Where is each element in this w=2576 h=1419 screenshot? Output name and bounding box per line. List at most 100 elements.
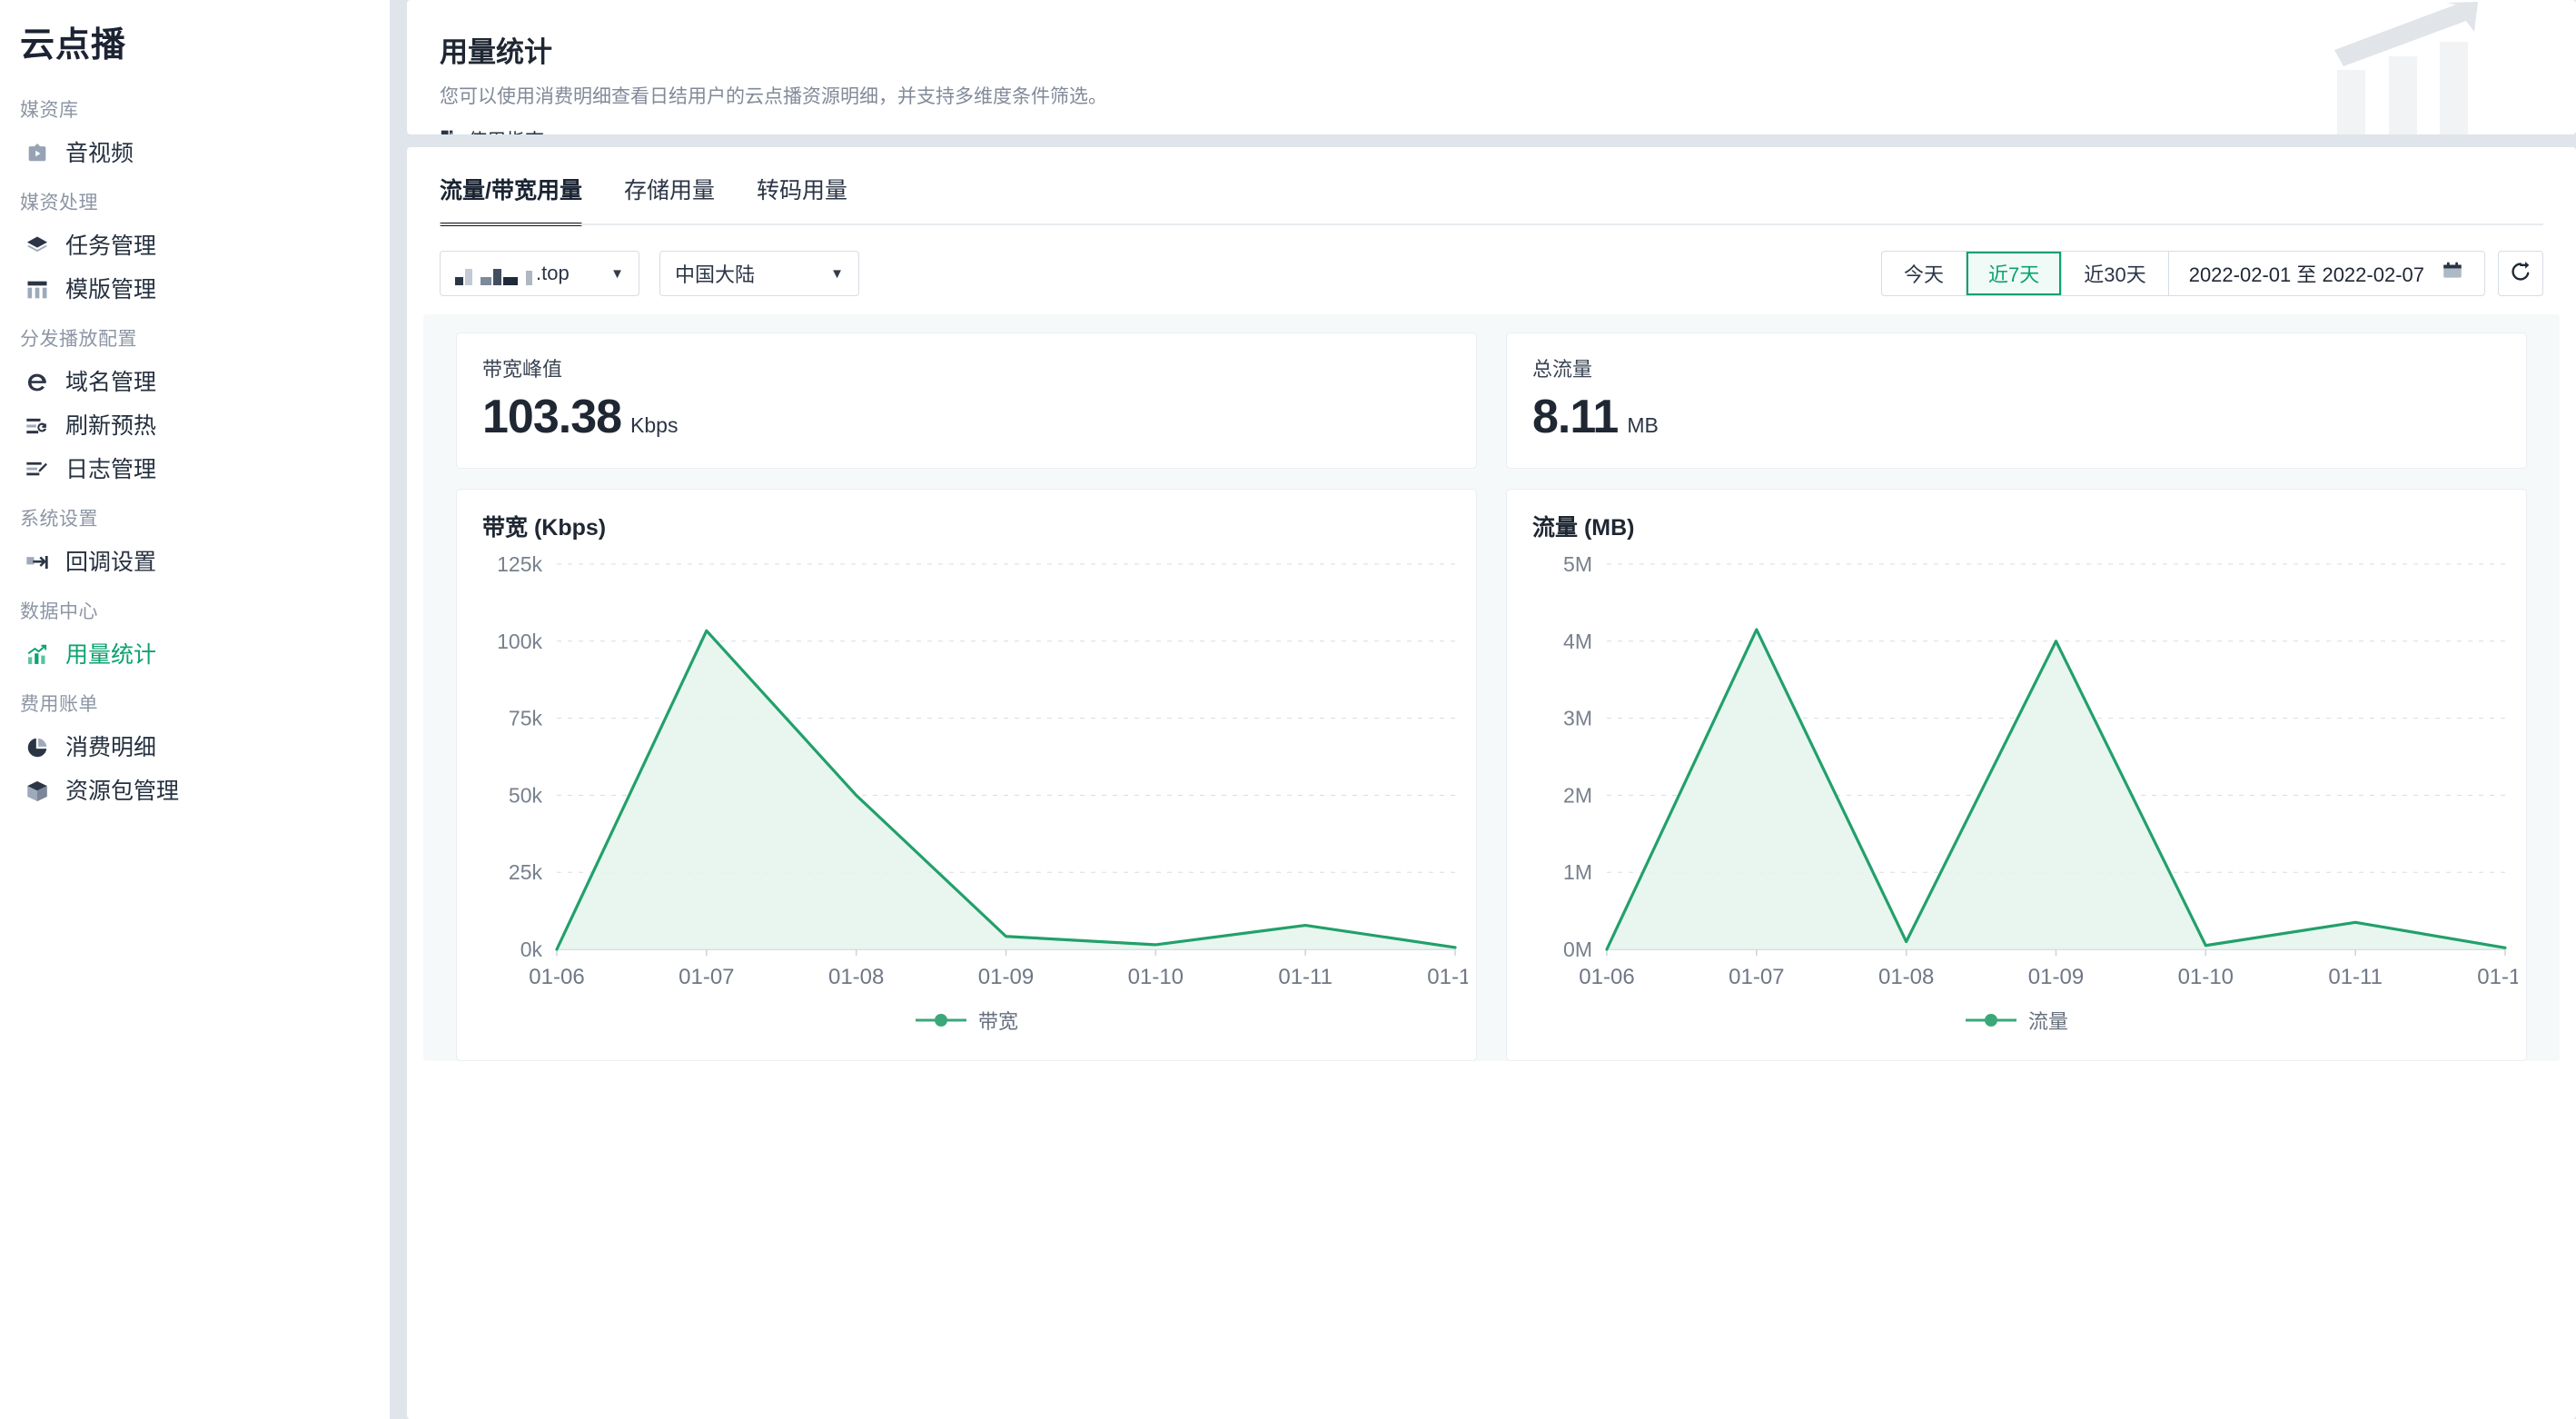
- table-icon: [24, 276, 51, 303]
- stat-card-bandwidth-peak: 带宽峰值 103.38 Kbps: [456, 332, 1477, 469]
- sidebar-item-label: 模版管理: [65, 276, 157, 303]
- book-icon: [440, 127, 460, 134]
- legend-label: 带宽: [977, 1010, 1018, 1033]
- legend-line-marker-icon: [915, 1012, 967, 1028]
- usage-content-panel: 流量/带宽用量 存储用量 转码用量 .top ▼ 中国大陆 ▼ 今天 近7天 近…: [407, 147, 2576, 1419]
- globe-e-icon: [24, 369, 51, 396]
- pie-chart-icon: [24, 734, 51, 761]
- tab-bar-divider: [440, 223, 2543, 225]
- sidebar-item-label: 音视频: [65, 140, 134, 166]
- sidebar-item-refresh-preheat[interactable]: 刷新预热: [0, 404, 390, 448]
- app-brand-title: 云点播: [20, 26, 127, 64]
- date-controls: 今天 近7天 近30天 2022-02-01 至 2022-02-07: [1880, 251, 2543, 296]
- traffic-area-chart: 0M 1M 2M 3M 4M 5M 01-06 01-07 01-08 01-09 01-10 01-…: [1563, 552, 2518, 989]
- svg-text:01-09: 01-09: [2028, 965, 2084, 989]
- sidebar-item-label: 资源包管理: [65, 778, 180, 804]
- usage-guide-label: 使用指南: [468, 126, 544, 134]
- log-edit-icon: [24, 456, 51, 483]
- hero-decorative-chart: [2334, 2, 2478, 134]
- sidebar-item-template-management[interactable]: 模版管理: [0, 268, 390, 312]
- bandwidth-column: 带宽峰值 103.38 Kbps 带宽 (Kbps) 0k 25k 50k 75k 10…: [456, 332, 1477, 1061]
- svg-text:01-08: 01-08: [828, 965, 884, 989]
- chart-card-bandwidth: 带宽 (Kbps) 0k 25k 50k 75k 100k 125k 01-06 01-07 0…: [456, 489, 1477, 1061]
- stat-value: 103.38: [482, 391, 622, 443]
- svg-text:01-10: 01-10: [2178, 965, 2234, 989]
- callback-icon: [24, 549, 51, 576]
- sidebar: 云点播 媒资库 音视频 媒资处理 任务管理 模版管理 分发播放配置 域名管理 刷…: [0, 0, 391, 1419]
- sidebar-group-title-delivery-config: 分发播放配置: [20, 329, 137, 350]
- sidebar-nav: 媒资库 音视频 媒资处理 任务管理 模版管理 分发播放配置 域名管理 刷新预热 …: [0, 83, 390, 813]
- svg-text:125k: 125k: [497, 552, 542, 576]
- svg-text:5M: 5M: [1563, 552, 1592, 576]
- svg-text:01-11: 01-11: [1278, 965, 1333, 989]
- stat-unit: MB: [1627, 413, 1659, 437]
- tab-bar: 流量/带宽用量 存储用量 转码用量: [407, 147, 2576, 226]
- range-today-button[interactable]: 今天: [1882, 252, 1967, 295]
- sidebar-item-usage-statistics[interactable]: 用量统计: [0, 633, 390, 677]
- page-description: 您可以使用消费明细查看日结用户的云点播资源明细，并支持多维度条件筛选。: [440, 86, 1107, 107]
- stat-unit: Kbps: [630, 413, 679, 437]
- chart-card-traffic: 流量 (MB) 0M 1M 2M 3M 4M 5M 01-06 01-07 01-08 01-09…: [1506, 489, 2527, 1061]
- filter-bar: .top ▼ 中国大陆 ▼ 今天 近7天 近30天 2022-02-01 至 2…: [407, 225, 2576, 296]
- svg-text:01-09: 01-09: [978, 965, 1034, 989]
- sidebar-item-label: 日志管理: [65, 456, 157, 482]
- svg-text:75k: 75k: [509, 707, 543, 730]
- svg-text:01-07: 01-07: [1729, 965, 1784, 989]
- sidebar-item-resource-package-management[interactable]: 资源包管理: [0, 769, 390, 813]
- chart-title: 流量 (MB): [1532, 515, 1635, 541]
- legend-label: 流量: [2027, 1010, 2068, 1033]
- chart-legend: 流量: [1532, 1006, 2501, 1035]
- stat-label: 带宽峰值: [482, 358, 563, 381]
- range-last-30-days-button[interactable]: 近30天: [2062, 252, 2169, 295]
- sidebar-group-title-media-library: 媒资库: [20, 100, 79, 121]
- sidebar-item-label: 域名管理: [65, 369, 157, 395]
- page-title: 用量统计: [440, 36, 552, 68]
- cube-icon: [24, 778, 51, 805]
- sidebar-group-title-media-processing: 媒资处理: [20, 193, 98, 213]
- sidebar-item-log-management[interactable]: 日志管理: [0, 448, 390, 491]
- masked-domain-mosaic: [455, 262, 532, 285]
- bar-chart-icon: [24, 641, 51, 669]
- stat-label: 总流量: [1532, 358, 1593, 381]
- tab-transcode-usage[interactable]: 转码用量: [757, 173, 847, 225]
- page-hero-panel: 用量统计 您可以使用消费明细查看日结用户的云点播资源明细，并支持多维度条件筛选。…: [407, 0, 2576, 134]
- sidebar-item-audio-video[interactable]: 音视频: [0, 132, 390, 175]
- svg-text:01-07: 01-07: [679, 965, 734, 989]
- chart-legend: 带宽: [482, 1006, 1451, 1035]
- legend-line-marker-icon: [1965, 1012, 2017, 1028]
- chevron-down-icon: ▼: [830, 265, 844, 282]
- sidebar-item-label: 刷新预热: [65, 412, 157, 439]
- app-root: 云点播 媒资库 音视频 媒资处理 任务管理 模版管理 分发播放配置 域名管理 刷…: [0, 0, 2576, 1419]
- calendar-icon: [2441, 259, 2464, 288]
- refresh-icon: [2508, 259, 2533, 289]
- refresh-button[interactable]: [2498, 251, 2543, 296]
- svg-text:100k: 100k: [497, 630, 542, 653]
- tab-storage-usage[interactable]: 存储用量: [624, 173, 715, 225]
- stat-value: 8.11: [1532, 391, 1619, 443]
- sidebar-group-title-system-settings: 系统设置: [20, 509, 98, 530]
- svg-text:01-08: 01-08: [1878, 965, 1934, 989]
- region-select[interactable]: 中国大陆 ▼: [659, 251, 859, 296]
- svg-text:01-06: 01-06: [529, 965, 584, 989]
- svg-text:50k: 50k: [509, 783, 543, 807]
- date-range-picker[interactable]: 2022-02-01 至 2022-02-07: [2169, 252, 2484, 295]
- sidebar-item-consumption-details[interactable]: 消费明细: [0, 726, 390, 769]
- svg-text:3M: 3M: [1563, 707, 1592, 730]
- sidebar-item-label: 回调设置: [65, 549, 157, 575]
- sidebar-item-task-management[interactable]: 任务管理: [0, 224, 390, 268]
- svg-text:4M: 4M: [1563, 630, 1592, 653]
- sidebar-item-callback-settings[interactable]: 回调设置: [0, 541, 390, 584]
- sidebar-item-domain-management[interactable]: 域名管理: [0, 361, 390, 404]
- svg-text:0k: 0k: [520, 938, 543, 961]
- stat-card-total-traffic: 总流量 8.11 MB: [1506, 332, 2527, 469]
- video-icon: [24, 140, 51, 167]
- chart-title: 带宽 (Kbps): [482, 515, 607, 541]
- traffic-column: 总流量 8.11 MB 流量 (MB) 0M 1M 2M 3M 4M 5M 01-06 01-…: [1506, 332, 2527, 1061]
- svg-text:01-12: 01-12: [1427, 965, 1468, 989]
- usage-guide-link[interactable]: 使用指南: [440, 126, 544, 134]
- domain-select-value: .top: [536, 262, 570, 284]
- range-last-7-days-button[interactable]: 近7天: [1966, 252, 2063, 295]
- domain-select[interactable]: .top ▼: [440, 251, 639, 296]
- svg-text:01-10: 01-10: [1128, 965, 1184, 989]
- tab-traffic-bandwidth[interactable]: 流量/带宽用量: [440, 173, 582, 226]
